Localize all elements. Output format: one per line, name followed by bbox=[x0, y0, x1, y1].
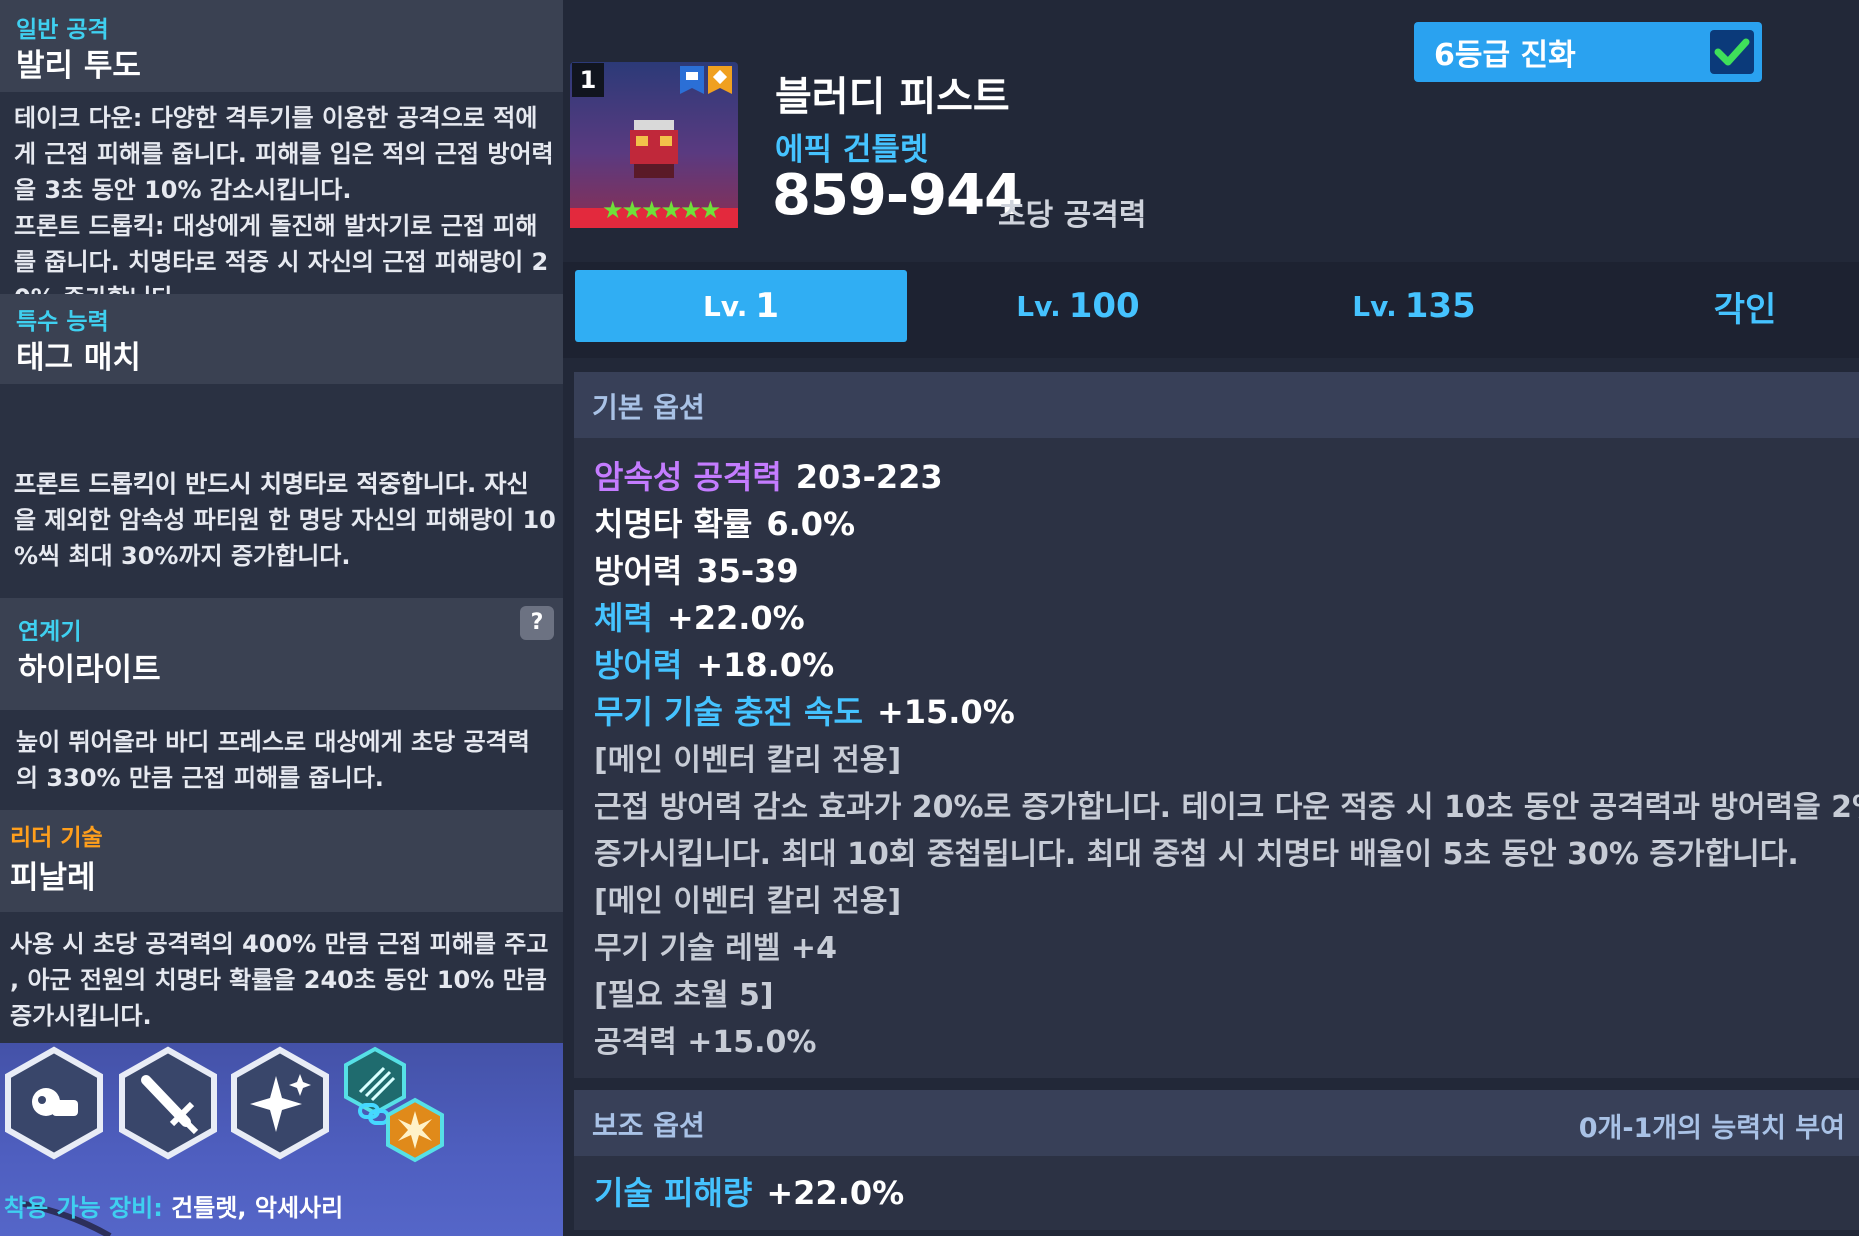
option-note: 무기 기술 레벨 +4 bbox=[594, 931, 837, 966]
tab-lv-135[interactable]: Lv. 135 bbox=[1248, 270, 1580, 342]
fist-hex-icon[interactable] bbox=[2, 1046, 106, 1160]
chain-skill-description: 높이 뛰어올라 바디 프레스로 대상에게 초당 공격력 의 330% 만큼 근접… bbox=[0, 710, 563, 810]
stat-value: 6.0% bbox=[766, 505, 856, 543]
special-ability-header: 특수 능력 태그 매치 bbox=[0, 294, 563, 384]
option-note: 증가시킵니다. 최대 10회 중첩됩니다. 최대 중첩 시 치명타 배율이 5초… bbox=[594, 837, 1799, 872]
stat-value: +15.0% bbox=[876, 693, 1015, 731]
basic-options-header: 기본 옵션 bbox=[574, 372, 1859, 438]
normal-attack-description: 테이크 다운: 다양한 격투기를 이용한 공격으로 적에 게 근접 피해를 줍니… bbox=[0, 92, 563, 312]
special-ability-label: 특수 능력 bbox=[16, 309, 109, 335]
stat-row: 무기 기술 충전 속도 +15.0% bbox=[594, 687, 1015, 733]
stat-name: 체력 bbox=[594, 599, 653, 637]
tab-value: 100 bbox=[1068, 286, 1140, 326]
stat-row: 방어력 +18.0% bbox=[594, 640, 834, 686]
desc-line: 증가시킵니다. bbox=[10, 1002, 152, 1030]
desc-line: 프론트 드롭킥: 대상에게 돌진해 발차기로 근접 피해 bbox=[14, 212, 538, 240]
tab-value: 각인 bbox=[1713, 289, 1777, 330]
sword-hex-icon[interactable] bbox=[116, 1046, 220, 1160]
stat-row: 체력 +22.0% bbox=[594, 593, 805, 639]
evolution-checkbox[interactable] bbox=[1710, 30, 1754, 74]
chain-skill-header: 연계기 하이라이트 bbox=[0, 598, 563, 710]
option-note: [메인 이벤터 칼리 전용] bbox=[594, 743, 902, 778]
skill-panel: 일반 공격 발리 투도 테이크 다운: 다양한 격투기를 이용한 공격으로 적에… bbox=[0, 0, 563, 1236]
stat-row: 방어력 35-39 bbox=[594, 546, 799, 592]
sub-options-header: 보조 옵션 0개-1개의 능력치 부여 bbox=[574, 1090, 1859, 1156]
leader-skill-name: 피날레 bbox=[10, 860, 96, 896]
stat-value: +18.0% bbox=[696, 646, 835, 684]
desc-line: 를 줍니다. 치명타로 적중 시 자신의 근접 피해량이 2 bbox=[14, 248, 549, 276]
basic-options-title: 기본 옵션 bbox=[592, 391, 705, 424]
tab-value: 1 bbox=[755, 286, 780, 326]
desc-line: 의 330% 만큼 근접 피해를 줍니다. bbox=[16, 764, 384, 792]
stat-name: 치명타 확률 bbox=[594, 505, 753, 543]
leader-skill-header: 리더 기술 피날레 bbox=[0, 810, 563, 912]
stat-value: +22.0% bbox=[666, 599, 805, 637]
tab-value: 135 bbox=[1404, 286, 1476, 326]
evolution-label: 6등급 진화 bbox=[1434, 38, 1576, 73]
star-rating-bar: ★★★★★★ bbox=[570, 196, 738, 228]
option-note: 근접 방어력 감소 효과가 20%로 증가합니다. 테이크 다운 적중 시 10… bbox=[594, 790, 1859, 825]
sub-options-title: 보조 옵션 bbox=[592, 1109, 705, 1142]
stat-row: 암속성 공격력 203-223 bbox=[594, 452, 943, 498]
normal-attack-label: 일반 공격 bbox=[16, 17, 109, 43]
tab-lv-100[interactable]: Lv. 100 bbox=[912, 270, 1244, 342]
desc-line: 프론트 드롭킥이 반드시 치명타로 적중합니다. 자신 bbox=[14, 470, 529, 498]
normal-attack-header: 일반 공격 발리 투도 bbox=[0, 0, 563, 92]
stat-name: 무기 기술 충전 속도 bbox=[594, 693, 863, 731]
tab-prefix: Lv. bbox=[1352, 289, 1397, 323]
desc-line: 게 근접 피해를 줍니다. 피해를 입은 적의 근접 방어력 bbox=[14, 140, 554, 168]
desc-line: 을 3초 동안 10% 감소시킵니다. bbox=[14, 176, 352, 204]
stat-value: 203-223 bbox=[795, 458, 943, 496]
stat-name: 기술 피해량 bbox=[594, 1174, 753, 1212]
stat-value: +22.0% bbox=[766, 1174, 905, 1212]
equippable-gear: 착용 가능 장비: 건틀렛, 악세사리 bbox=[4, 1188, 343, 1223]
option-note: 공격력 +15.0% bbox=[594, 1025, 817, 1060]
attack-label: 초당 공격력 bbox=[998, 198, 1147, 233]
star-rating: ★★★★★★ bbox=[602, 196, 721, 224]
special-ability-name: 태그 매치 bbox=[16, 340, 141, 376]
leader-skill-description: 사용 시 초당 공격력의 400% 만큼 근접 피해를 주고 , 아군 전원의 … bbox=[0, 912, 563, 1043]
desc-line: %씩 최대 30%까지 증가합니다. bbox=[14, 542, 351, 570]
stat-name: 방어력 bbox=[594, 552, 683, 590]
attack-value: 859-944 bbox=[772, 163, 1023, 228]
tab-engrave[interactable]: 각인 bbox=[1584, 270, 1859, 342]
equippable-label: 착용 가능 장비: bbox=[4, 1194, 163, 1222]
burst-icon[interactable] bbox=[384, 1097, 446, 1163]
desc-line: 사용 시 초당 공격력의 400% 만큼 근접 피해를 주고 bbox=[10, 930, 549, 958]
tab-prefix: Lv. bbox=[702, 289, 748, 323]
leader-skill-label: 리더 기술 bbox=[10, 825, 103, 851]
checkmark-icon bbox=[1714, 38, 1750, 66]
option-note: [필요 초월 5] bbox=[594, 978, 774, 1013]
option-note: [메인 이벤터 칼리 전용] bbox=[594, 884, 902, 919]
desc-line: 테이크 다운: 다양한 격투기를 이용한 공격으로 적에 bbox=[14, 104, 538, 132]
item-name: 블러디 피스트 bbox=[775, 74, 1010, 120]
tab-lv-1[interactable]: Lv. 1 bbox=[575, 270, 907, 342]
stat-name: 암속성 공격력 bbox=[594, 458, 782, 496]
chain-skill-label: 연계기 bbox=[18, 619, 82, 645]
stat-row: 기술 피해량 +22.0% bbox=[594, 1168, 904, 1214]
rank-badges-icon bbox=[680, 66, 732, 94]
slot-number-badge: 1 bbox=[572, 63, 604, 97]
help-button[interactable]: ? bbox=[520, 606, 554, 640]
equippable-value: 건틀렛, 악세사리 bbox=[162, 1194, 344, 1222]
stat-row: 치명타 확률 6.0% bbox=[594, 499, 855, 545]
sparkle-hex-icon[interactable] bbox=[228, 1046, 332, 1160]
desc-line: 을 제외한 암속성 파티원 한 명당 자신의 피해량이 10 bbox=[14, 506, 556, 534]
stat-value: 35-39 bbox=[696, 552, 799, 590]
chain-skill-name: 하이라이트 bbox=[18, 652, 161, 688]
sub-options-count: 0개-1개의 능력치 부여 bbox=[1578, 1113, 1845, 1144]
tab-prefix: Lv. bbox=[1016, 289, 1061, 323]
desc-line: , 아군 전원의 치명타 확률을 240초 동안 10% 만큼 bbox=[10, 966, 547, 994]
normal-attack-name: 발리 투도 bbox=[16, 48, 141, 84]
desc-line: 높이 뛰어올라 바디 프레스로 대상에게 초당 공격력 bbox=[16, 728, 530, 756]
stat-name: 방어력 bbox=[594, 646, 683, 684]
